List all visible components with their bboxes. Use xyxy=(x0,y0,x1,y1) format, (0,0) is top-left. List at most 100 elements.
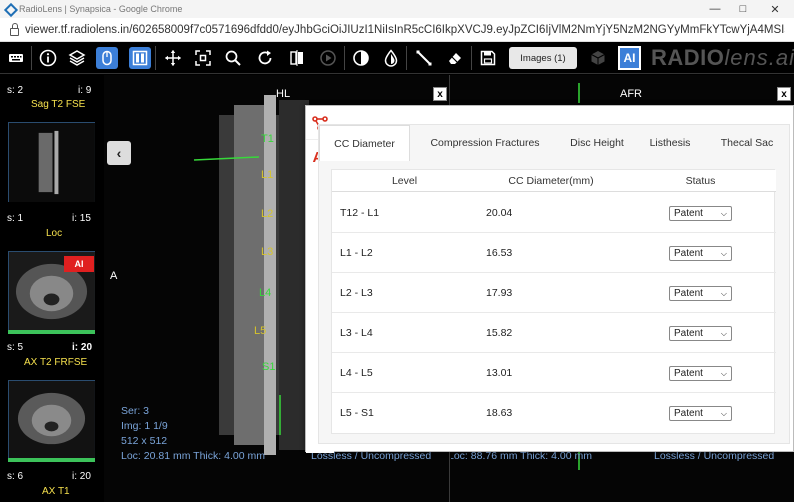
column-status: Status xyxy=(685,175,716,187)
status-select[interactable]: Patent ⌵ xyxy=(669,366,732,381)
maximize-icon[interactable]: □ xyxy=(728,0,758,18)
diameter-cell: 16.53 xyxy=(486,247,513,259)
minimize-icon[interactable]: — xyxy=(700,0,730,18)
lock-icon xyxy=(10,22,19,36)
diameter-cell: 18.63 xyxy=(486,407,513,419)
toolbar-divider xyxy=(31,46,32,70)
series-thumbnail[interactable] xyxy=(8,122,95,202)
pan-icon[interactable] xyxy=(162,47,184,69)
zoom-icon[interactable] xyxy=(222,47,244,69)
window-level-icon[interactable] xyxy=(380,47,402,69)
layout-grid-icon[interactable] xyxy=(129,47,151,69)
chevron-down-icon: ⌵ xyxy=(720,409,727,418)
ai-badge[interactable]: AI xyxy=(64,256,94,272)
collapse-panel-button[interactable]: ‹ xyxy=(107,141,131,165)
table-row: L2 - L3 17.93 Patent ⌵ xyxy=(332,273,776,313)
vertebra-label: L5 xyxy=(254,325,267,337)
measurement-tabs: CC Diameter Compression Fractures Disc H… xyxy=(319,125,791,161)
info-icon[interactable] xyxy=(37,47,59,69)
level-cell: L5 - S1 xyxy=(340,407,374,419)
orientation-top: HL xyxy=(276,88,291,100)
invert-contrast-icon[interactable] xyxy=(350,47,372,69)
toolbar-divider xyxy=(344,46,345,70)
status-select[interactable]: Patent ⌵ xyxy=(669,246,732,261)
location-thickness: Loc: 20.81 mm Thick: 4.00 mm xyxy=(121,450,265,462)
play-cine-icon[interactable] xyxy=(317,47,339,69)
cc-diameter-table: Level CC Diameter(mm) Status T12 - L1 20… xyxy=(331,169,776,434)
ai-results-dialog: AI CC Diameter Compression Fractures Dis… xyxy=(305,105,794,453)
chevron-down-icon: ⌵ xyxy=(720,289,727,298)
app-root: RadioLens | Synapsica - Google Chrome — … xyxy=(0,0,794,502)
close-window-icon[interactable]: ✕ xyxy=(760,0,790,18)
toolbar-divider xyxy=(471,46,472,70)
series-name: Loc xyxy=(46,228,63,239)
fit-to-screen-icon[interactable] xyxy=(192,47,214,69)
column-cc-diameter: CC Diameter(mm) xyxy=(508,175,594,187)
flip-icon[interactable] xyxy=(286,47,308,69)
save-icon[interactable] xyxy=(477,47,499,69)
status-select[interactable]: Patent ⌵ xyxy=(669,406,732,421)
vertebra-label: L3 xyxy=(261,246,274,258)
measurements-card: CC Diameter Compression Fractures Disc H… xyxy=(318,124,790,444)
level-cell: L1 - L2 xyxy=(340,247,373,259)
image-info: Img: 1 1/9 xyxy=(121,420,168,432)
table-header: Level CC Diameter(mm) Status xyxy=(332,170,776,192)
level-cell: L2 - L3 xyxy=(340,287,373,299)
level-cell: T12 - L1 xyxy=(340,207,380,219)
series-name: AX T2 FRFSE xyxy=(24,357,88,368)
viewer-toolbar: Images (1) AI RADIOlens.ai xyxy=(0,42,794,74)
diameter-cell: 17.93 xyxy=(486,287,513,299)
rotate-icon[interactable] xyxy=(254,47,276,69)
orientation-top: AFR xyxy=(620,88,642,100)
vertebra-label: S1 xyxy=(262,361,276,373)
close-viewport-button[interactable]: x xyxy=(777,87,791,101)
image-count: i: 15 xyxy=(72,213,91,224)
3d-cube-icon[interactable] xyxy=(587,47,609,69)
eraser-icon[interactable] xyxy=(444,47,466,69)
vertebra-label: L4 xyxy=(259,287,272,299)
diameter-cell: 13.01 xyxy=(486,367,513,379)
series-panel: s: 2 i: 9 Sag T2 FSE s: 1 i: 15 Loc AI s… xyxy=(0,75,104,502)
window-title: RadioLens | Synapsica - Google Chrome xyxy=(19,4,183,14)
chevron-down-icon: ⌵ xyxy=(720,329,727,338)
orientation-side: A xyxy=(110,270,118,282)
level-cell: L4 - L5 xyxy=(340,367,373,379)
images-button[interactable]: Images (1) xyxy=(509,47,577,69)
status-select[interactable]: Patent ⌵ xyxy=(669,286,732,301)
chevron-down-icon: ⌵ xyxy=(720,369,727,378)
image-count: i: 20 xyxy=(72,342,93,353)
series-number: s: 1 xyxy=(7,213,24,224)
tab-listhesis[interactable]: Listhesis xyxy=(641,125,699,161)
url-text[interactable]: viewer.tf.radiolens.in/602658009f7c05716… xyxy=(25,24,785,36)
series-load-progress xyxy=(8,458,95,462)
status-select[interactable]: Patent ⌵ xyxy=(669,206,732,221)
layers-icon[interactable] xyxy=(66,47,88,69)
tab-disc-height[interactable]: Disc Height xyxy=(557,125,637,161)
keyboard-icon[interactable] xyxy=(5,47,27,69)
tab-compression-fractures[interactable]: Compression Fractures xyxy=(415,125,555,161)
image-count: i: 20 xyxy=(72,471,91,482)
ai-toggle-button[interactable]: AI xyxy=(618,46,641,70)
table-row: L3 - L4 15.82 Patent ⌵ xyxy=(332,313,776,353)
address-bar[interactable]: viewer.tf.radiolens.in/602658009f7c05716… xyxy=(0,18,794,42)
status-select[interactable]: Patent ⌵ xyxy=(669,326,732,341)
vertebra-label: L2 xyxy=(261,208,274,220)
table-row: L4 - L5 13.01 Patent ⌵ xyxy=(332,353,776,393)
series-number: s: 5 xyxy=(7,342,24,353)
matrix-size: 512 x 512 xyxy=(121,435,168,447)
series-load-progress xyxy=(8,330,95,334)
tab-cc-diameter[interactable]: CC Diameter xyxy=(319,125,410,161)
tab-thecal-sac[interactable]: Thecal Sac xyxy=(712,125,782,161)
series-thumbnail[interactable] xyxy=(8,380,95,458)
close-viewport-button[interactable]: x xyxy=(433,87,447,101)
diameter-cell: 15.82 xyxy=(486,327,513,339)
vertebra-label: T1 xyxy=(261,133,274,145)
series-info: Ser: 3 xyxy=(121,405,150,417)
diameter-cell: 20.04 xyxy=(486,207,513,219)
mouse-mode-icon[interactable] xyxy=(96,47,118,69)
image-count: i: 9 xyxy=(78,85,92,96)
chevron-down-icon: ⌵ xyxy=(720,249,727,258)
series-name: Sag T2 FSE xyxy=(31,99,86,110)
measure-line-icon[interactable] xyxy=(413,47,435,69)
radiolens-logo: RADIOlens.ai xyxy=(651,45,794,70)
